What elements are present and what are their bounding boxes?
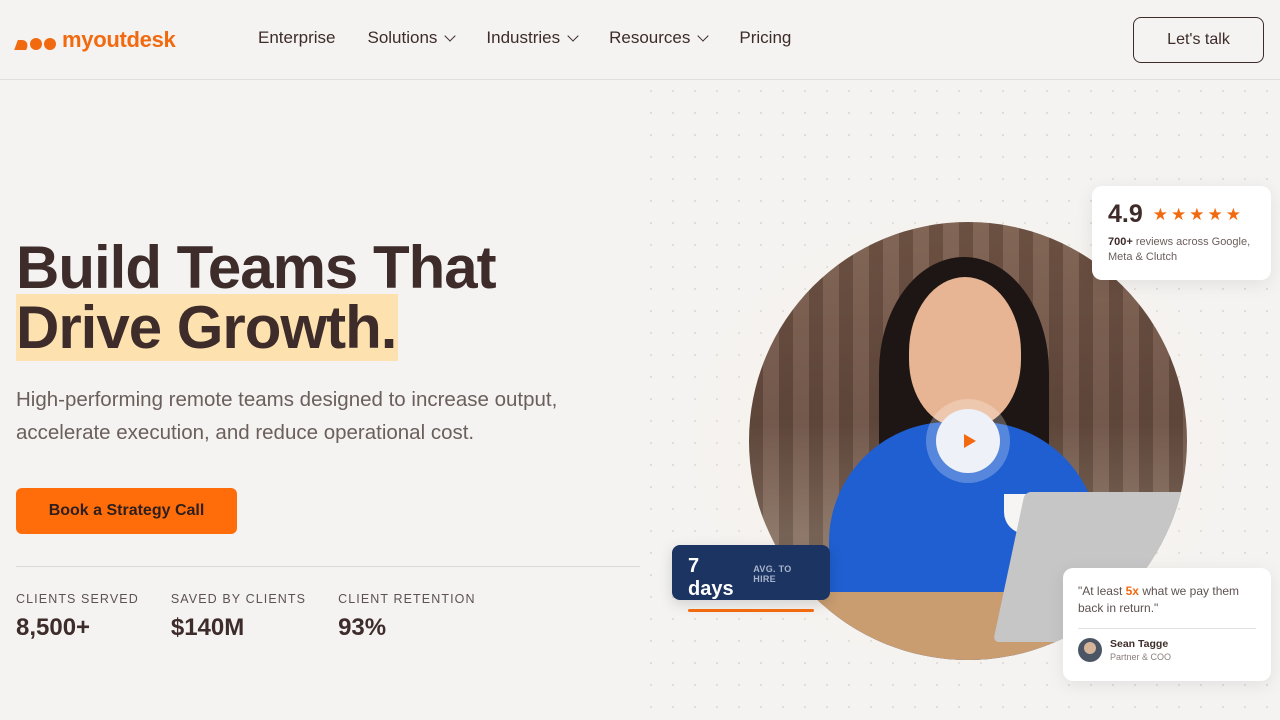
rating-card: 4.9 ★★★★★ 700+ reviews across Google, Me…: [1092, 186, 1271, 280]
review-count: 700+: [1108, 236, 1133, 248]
hero-title-highlight: Drive Growth.: [16, 294, 399, 361]
play-button[interactable]: [936, 409, 1000, 473]
hero-subtitle: High-performing remote teams designed to…: [16, 388, 558, 444]
rating-description: 700+ reviews across Google, Meta & Clutc…: [1108, 235, 1255, 265]
nav-label: Solutions: [367, 28, 438, 47]
nav-label: Enterprise: [258, 28, 336, 47]
logo[interactable]: myoutdesk: [14, 27, 176, 53]
nav-item-enterprise[interactable]: Enterprise: [258, 28, 335, 48]
testimonial-card: "At least 5x what we pay them back in re…: [1063, 568, 1271, 681]
chevron-down-icon: [567, 30, 579, 42]
stat-value: $140M: [170, 614, 245, 641]
hire-value: 7 days: [688, 555, 734, 600]
chevron-down-icon: [444, 30, 457, 42]
site-header: myoutdesk Enterprise Solutions Industrie…: [0, 0, 1280, 80]
person-face: [909, 277, 1021, 427]
nav-label: Industries: [486, 28, 561, 47]
avatar: [1078, 638, 1102, 662]
testimonial-quote: "At least 5x what we pay them back in re…: [1078, 583, 1256, 617]
stat-value: 93%: [338, 614, 387, 641]
stats-row: CLIENTS SERVED 8,500+ SAVED BY CLIENTS $…: [16, 592, 508, 642]
nav-item-solutions[interactable]: Solutions: [367, 28, 457, 48]
main-nav: Enterprise Solutions Industries Resource…: [258, 28, 823, 48]
nav-label: Pricing: [739, 28, 792, 47]
stat-label: CLIENTS SERVED: [16, 592, 139, 606]
hire-label: AVG. TO HIRE: [753, 564, 792, 584]
play-icon: [963, 434, 976, 448]
logo-text: myoutdesk: [62, 27, 176, 52]
nav-item-resources[interactable]: Resources: [609, 28, 710, 48]
star-icon: ★★★★★: [1152, 204, 1244, 224]
stat-saved-by-clients: SAVED BY CLIENTS $140M: [171, 592, 306, 642]
stat-label: CLIENT RETENTION: [338, 592, 476, 606]
nav-label: Resources: [609, 28, 691, 47]
time-to-hire-card: 7 days AVG. TO HIRE: [672, 545, 830, 612]
book-strategy-call-button[interactable]: Book a Strategy Call: [16, 488, 237, 534]
divider: [1078, 628, 1256, 629]
lets-talk-button[interactable]: Let's talk: [1133, 17, 1264, 63]
rating-score: 4.9: [1108, 200, 1143, 228]
quote-emphasis: 5x: [1125, 584, 1139, 598]
stat-value: 8,500+: [16, 614, 91, 641]
testimonial-author: Sean Tagge Partner & COO: [1078, 638, 1256, 662]
hire-progress-bar: [688, 609, 814, 612]
stat-label: SAVED BY CLIENTS: [170, 592, 307, 606]
nav-item-pricing[interactable]: Pricing: [739, 28, 791, 48]
author-name: Sean Tagge: [1110, 638, 1169, 650]
stat-client-retention: CLIENT RETENTION 93%: [338, 592, 476, 642]
hero-title-line1: Build Teams That: [16, 234, 497, 301]
nav-item-industries[interactable]: Industries: [486, 28, 579, 48]
chevron-down-icon: [697, 30, 710, 42]
quote-text-pre: "At least: [1078, 584, 1126, 598]
stat-clients-served: CLIENTS SERVED 8,500+: [16, 592, 139, 642]
divider: [16, 566, 640, 567]
author-role: Partner & COO: [1110, 652, 1172, 662]
logo-icon: [14, 30, 56, 50]
hero-title: Build Teams That Drive Growth.: [16, 234, 497, 361]
